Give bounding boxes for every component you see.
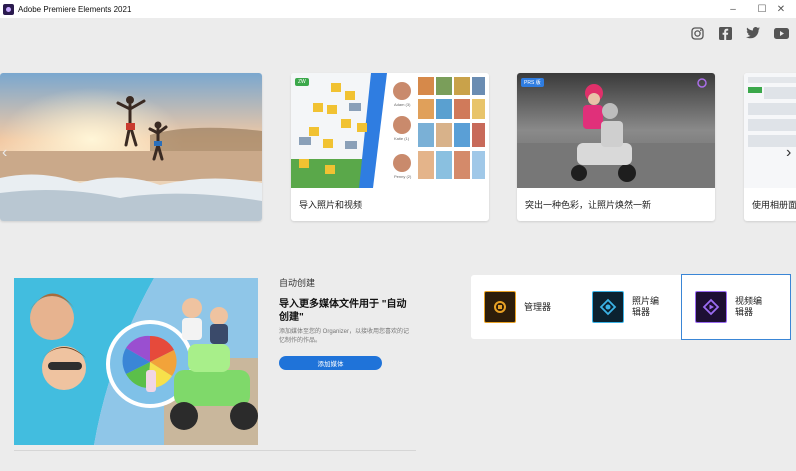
auto-creation-label: 自动创建 — [279, 278, 316, 288]
add-media-button[interactable]: 添加媒体 — [279, 356, 382, 370]
auto-creation-image — [14, 278, 258, 445]
organizer-icon — [484, 291, 516, 323]
card-tag: PRS 版 — [521, 78, 544, 87]
carousel-prev-arrow[interactable]: ‹ — [2, 144, 7, 162]
youtube-icon[interactable] — [772, 24, 790, 42]
instagram-icon[interactable] — [688, 24, 706, 42]
section-divider — [14, 450, 416, 451]
facebook-icon[interactable] — [716, 24, 734, 42]
color-pop-photo — [517, 73, 715, 188]
photo-editor-label: 照片编辑器 — [632, 296, 660, 317]
title-bar: Adobe Premiere Elements 2021 – ☐ ✕ — [0, 0, 796, 18]
auto-creation-title: 导入更多媒体文件用于 "自动创建" — [279, 299, 407, 323]
beach-photo — [0, 73, 262, 221]
svg-text:Adam (3): Adam (3) — [394, 102, 411, 107]
twitter-icon[interactable] — [744, 24, 762, 42]
import-illustration: Adam (3) Katie (1) Penny (2) — [291, 73, 489, 188]
card-tag: ZW — [295, 78, 309, 86]
carousel-card-color-pop[interactable]: PRS 版 突出一种色彩，让照片焕然一新 — [517, 73, 715, 221]
auto-creation-description: 添加媒体至您的 Organizer，以接收用您喜欢的记忆制作的作品。 — [279, 329, 410, 344]
video-editor-icon — [695, 291, 727, 323]
video-editor-tile[interactable]: 视频编辑器 — [681, 274, 791, 340]
premiere-elements-logo-icon — [3, 3, 14, 15]
carousel-card-beach[interactable] — [0, 73, 262, 221]
album-illustration — [744, 73, 796, 188]
video-editor-label: 视频编辑器 — [735, 296, 763, 317]
organizer-tile[interactable]: 管理器 — [471, 275, 576, 339]
carousel-next-arrow[interactable]: › — [786, 144, 791, 162]
carousel-card-import[interactable]: Adam (3) Katie (1) Penny (2) ZW 导入照片和视频 — [291, 73, 489, 221]
svg-text:Penny (2): Penny (2) — [394, 174, 412, 179]
close-button[interactable]: ✕ — [766, 0, 796, 18]
photo-editor-tile[interactable]: 照片编辑器 — [579, 275, 681, 339]
window-title: Adobe Premiere Elements 2021 — [18, 4, 132, 14]
organizer-label: 管理器 — [524, 301, 552, 312]
app-launcher: 管理器 照片编辑器 视频编辑器 — [471, 274, 791, 340]
photo-editor-icon — [592, 291, 624, 323]
card-caption: 突出一种色彩，让照片焕然一新 — [525, 200, 652, 210]
svg-text:Katie (1): Katie (1) — [394, 136, 410, 141]
minimize-button[interactable]: – — [718, 0, 748, 18]
card-caption: 导入照片和视频 — [299, 200, 363, 210]
card-caption: 使用相册面 — [752, 200, 796, 210]
